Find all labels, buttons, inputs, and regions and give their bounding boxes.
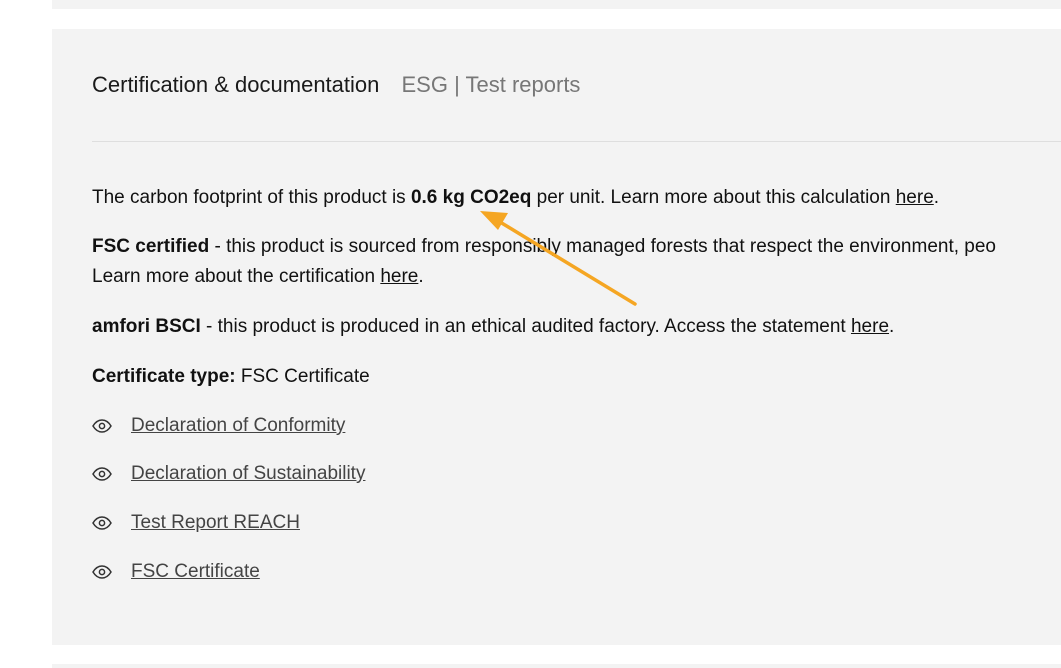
certification-panel: Certification & documentation ESG | Test…: [52, 29, 1061, 645]
document-item[interactable]: Test Report REACH: [92, 508, 300, 538]
amfori-bsci-text: amfori BSCI - this product is produced i…: [92, 312, 1061, 342]
tab-esg-test-reports[interactable]: ESG | Test reports: [402, 72, 581, 98]
amfori-title: amfori BSCI: [92, 316, 201, 337]
certificate-type-value: FSC Certificate: [235, 366, 370, 387]
fsc-learn-more-link[interactable]: here: [380, 266, 418, 287]
fsc-description: - this product is sourced from responsib…: [209, 236, 996, 257]
declaration-of-conformity-link[interactable]: Declaration of Conformity: [131, 415, 345, 437]
divider: [92, 141, 1061, 142]
eye-icon: [92, 516, 112, 530]
certificate-type: Certificate type: FSC Certificate: [92, 362, 1061, 392]
certificate-type-label: Certificate type:: [92, 366, 236, 387]
amfori-description: - this product is produced in an ethical…: [200, 316, 851, 337]
test-report-reach-link[interactable]: Test Report REACH: [131, 512, 300, 534]
fsc-end: .: [418, 266, 424, 287]
carbon-prefix: The carbon footprint of this product is: [92, 187, 411, 208]
tab-certification-documentation[interactable]: Certification & documentation: [92, 72, 379, 98]
previous-section-edge: [52, 0, 1061, 9]
next-section-edge: [52, 664, 1061, 668]
carbon-footprint-text: The carbon footprint of this product is …: [92, 183, 1061, 213]
amfori-statement-link[interactable]: here: [851, 316, 889, 337]
declaration-of-sustainability-link[interactable]: Declaration of Sustainability: [131, 463, 365, 485]
fsc-title: FSC certified: [92, 236, 210, 257]
document-item[interactable]: Declaration of Sustainability: [92, 459, 365, 489]
eye-icon: [92, 565, 112, 579]
carbon-value: 0.6 kg CO2eq: [410, 187, 532, 208]
eye-icon: [92, 467, 112, 481]
carbon-learn-more-link[interactable]: here: [896, 187, 934, 208]
document-item[interactable]: Declaration of Conformity: [92, 411, 345, 441]
document-item[interactable]: FSC Certificate: [92, 557, 260, 587]
fsc-learn-more: Learn more about the certification: [92, 266, 381, 287]
carbon-suffix: per unit. Learn more about this calculat…: [531, 187, 896, 208]
fsc-certified-text: FSC certified - this product is sourced …: [92, 232, 1061, 292]
carbon-end: .: [933, 187, 940, 208]
fsc-certificate-link[interactable]: FSC Certificate: [131, 561, 260, 583]
amfori-end: .: [889, 316, 895, 337]
tab-bar: Certification & documentation ESG | Test…: [92, 72, 596, 98]
eye-icon: [92, 419, 112, 433]
